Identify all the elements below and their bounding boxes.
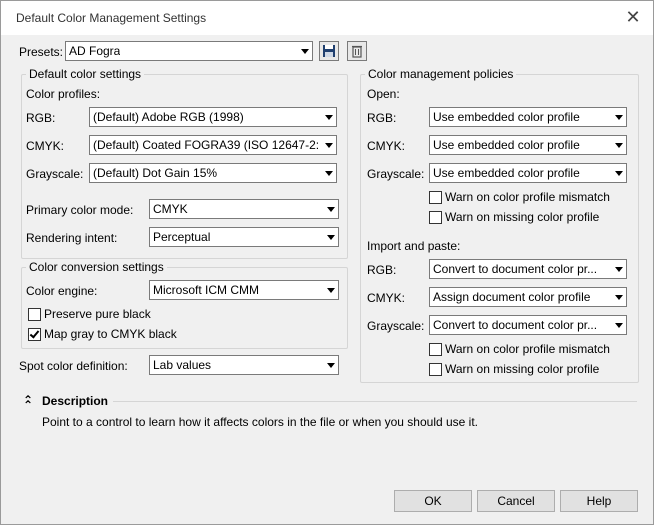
rendering-intent-select[interactable]: Perceptual [149,227,339,247]
close-icon[interactable]: ✕ [623,7,643,27]
import-grayscale-value: Convert to document color pr... [433,318,598,332]
color-engine-label: Color engine: [26,284,98,298]
help-button[interactable]: Help [560,490,638,512]
spot-color-value: Lab values [153,358,212,372]
description-text: Point to a control to learn how it affec… [42,415,479,429]
color-engine-select[interactable]: Microsoft ICM CMM [149,280,339,300]
spot-color-label: Spot color definition: [19,359,128,373]
open-cmyk-label: CMYK: [367,139,406,153]
grayscale-profile-label: Grayscale: [26,167,84,181]
rgb-profile-select[interactable]: (Default) Adobe RGB (1998) [89,107,337,127]
description-title: Description [42,394,109,408]
chevron-down-icon [615,143,623,148]
import-grayscale-label: Grayscale: [367,319,425,333]
rendering-intent-value: Perceptual [153,230,211,244]
chevron-down-icon [615,295,623,300]
presets-select[interactable]: AD Fogra [65,41,313,61]
import-grayscale-select[interactable]: Convert to document color pr... [429,315,627,335]
open-label: Open: [367,87,400,101]
save-preset-button[interactable] [319,41,339,61]
cmyk-profile-value: (Default) Coated FOGRA39 (ISO 12647-2:..… [93,138,318,152]
chevron-down-icon [325,171,333,176]
open-warn-missing-label: Warn on missing color profile [445,210,600,224]
primary-color-mode-value: CMYK [153,202,188,216]
presets-value: AD Fogra [69,44,121,58]
chevron-down-icon [327,207,335,212]
open-cmyk-select[interactable]: Use embedded color profile [429,135,627,155]
import-warn-mismatch-label: Warn on color profile mismatch [445,342,610,356]
ok-button[interactable]: OK [394,490,472,512]
chevron-down-icon [325,143,333,148]
open-warn-mismatch-label: Warn on color profile mismatch [445,190,610,204]
import-rgb-label: RGB: [367,263,397,277]
color-conversion-legend: Color conversion settings [26,260,167,274]
title-bar: Default Color Management Settings ✕ [1,1,653,35]
grayscale-profile-value: (Default) Dot Gain 15% [93,166,218,180]
import-rgb-select[interactable]: Convert to document color pr... [429,259,627,279]
rendering-intent-label: Rendering intent: [26,231,118,245]
primary-color-mode-select[interactable]: CMYK [149,199,339,219]
color-profiles-label: Color profiles: [26,87,101,101]
description-divider [113,401,637,402]
open-rgb-label: RGB: [367,111,397,125]
chevron-down-icon [325,115,333,120]
preserve-pure-black-label: Preserve pure black [44,307,151,321]
chevron-down-icon [327,363,335,368]
import-warn-missing-label: Warn on missing color profile [445,362,600,376]
chevron-down-icon [615,267,623,272]
chevron-down-icon [327,288,335,293]
dialog-window: Default Color Management Settings ✕ Pres… [0,0,654,525]
grayscale-profile-select[interactable]: (Default) Dot Gain 15% [89,163,337,183]
window-title: Default Color Management Settings [16,11,207,25]
cancel-button[interactable]: Cancel [477,490,555,512]
import-cmyk-select[interactable]: Assign document color profile [429,287,627,307]
open-grayscale-value: Use embedded color profile [433,166,580,180]
chevron-down-icon [615,171,623,176]
double-chevron-up-icon-lower: ⌃ [23,398,34,412]
chevron-down-icon [327,235,335,240]
primary-color-mode-label: Primary color mode: [26,203,134,217]
rgb-profile-value: (Default) Adobe RGB (1998) [93,110,244,124]
chevron-down-icon [615,115,623,120]
color-engine-value: Microsoft ICM CMM [153,283,259,297]
map-gray-cmyk-label: Map gray to CMYK black [44,327,177,341]
chevron-down-icon [301,49,309,54]
floppy-disk-icon [323,45,335,57]
open-rgb-select[interactable]: Use embedded color profile [429,107,627,127]
spot-color-select[interactable]: Lab values [149,355,339,375]
rgb-profile-label: RGB: [26,111,56,125]
default-color-settings-legend: Default color settings [26,67,145,81]
import-rgb-value: Convert to document color pr... [433,262,598,276]
delete-preset-button[interactable] [347,41,367,61]
trash-icon [352,45,362,58]
import-cmyk-label: CMYK: [367,291,406,305]
import-paste-label: Import and paste: [367,239,461,253]
presets-label: Presets: [19,45,64,59]
cmyk-profile-select[interactable]: (Default) Coated FOGRA39 (ISO 12647-2:..… [89,135,337,155]
chevron-down-icon [615,323,623,328]
open-grayscale-select[interactable]: Use embedded color profile [429,163,627,183]
import-cmyk-value: Assign document color profile [433,290,591,304]
cmyk-profile-label: CMYK: [26,139,65,153]
open-cmyk-value: Use embedded color profile [433,138,580,152]
open-grayscale-label: Grayscale: [367,167,425,181]
color-policies-legend: Color management policies [365,67,517,81]
open-rgb-value: Use embedded color profile [433,110,580,124]
